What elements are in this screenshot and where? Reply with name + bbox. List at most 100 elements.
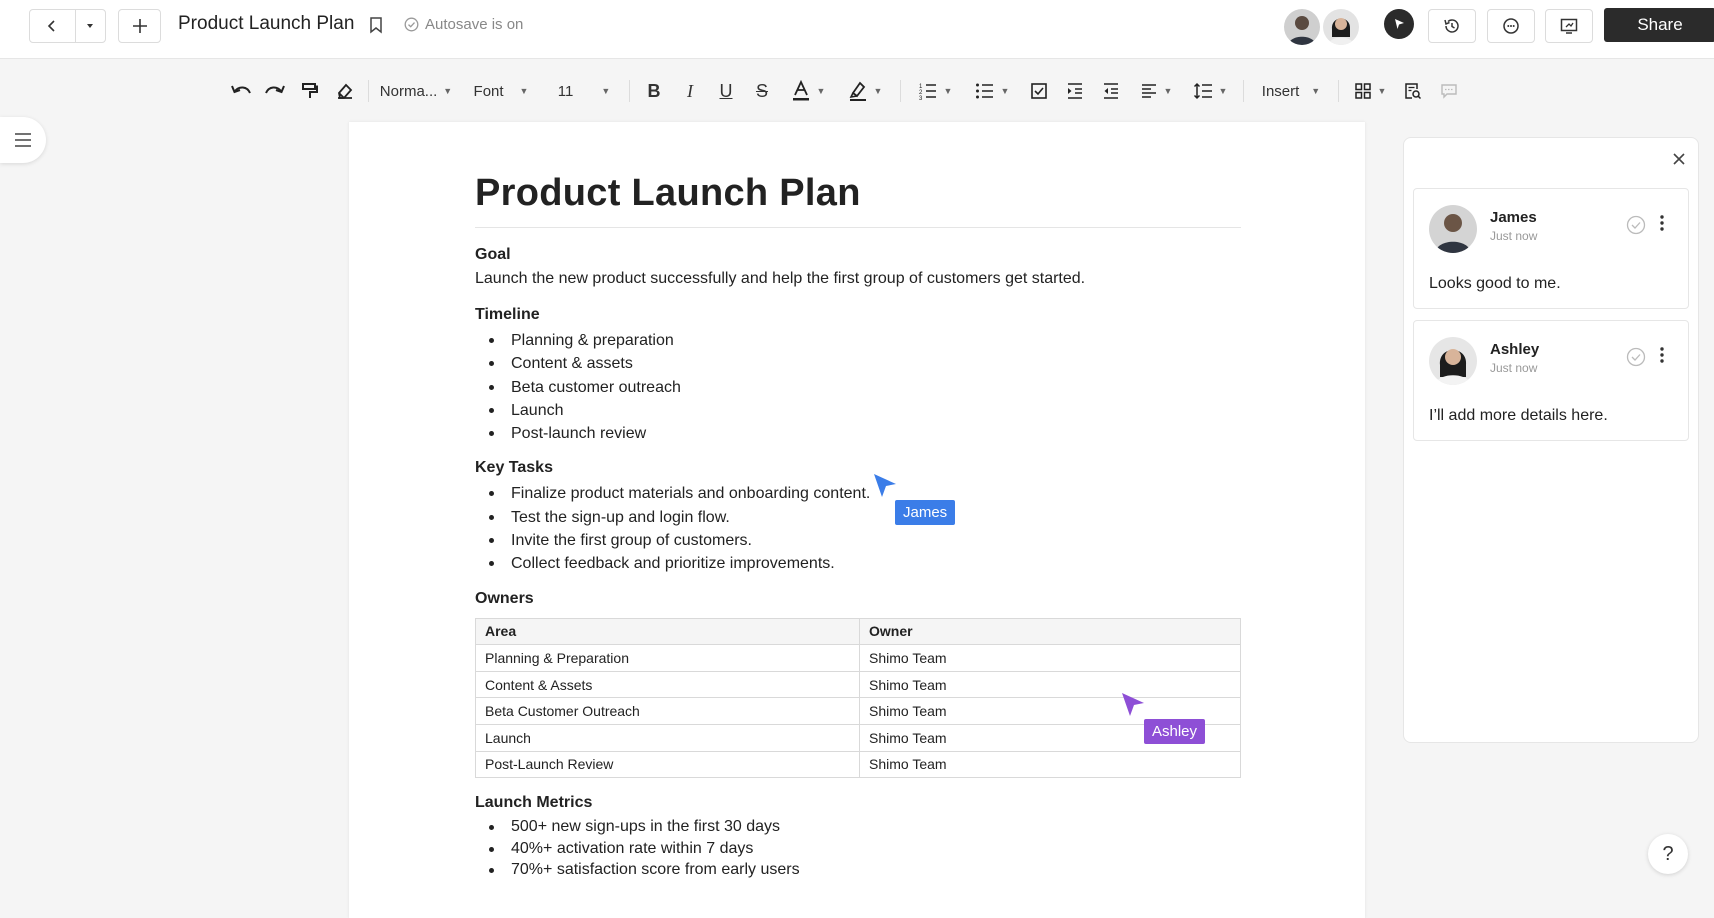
document-page[interactable]: Product Launch Plan Goal Launch the new … <box>349 122 1365 918</box>
new-doc-button[interactable] <box>119 10 160 42</box>
list-item[interactable]: 40%+ activation rate within 7 days <box>475 838 1241 860</box>
table-row: Launch Shimo Team <box>475 724 1241 752</box>
list-item[interactable]: Post-launch review <box>475 422 1241 445</box>
bold-button[interactable]: B <box>636 76 672 106</box>
highlight-button[interactable]: ▼ <box>836 76 894 106</box>
caret-down-icon: ▼ <box>873 86 883 96</box>
comment-add-button[interactable] <box>1431 76 1467 106</box>
table-row: Planning & Preparation Shimo Team <box>475 644 1241 672</box>
align-button[interactable]: ▼ <box>1129 76 1183 106</box>
tasks-list: Finalize product materials and onboardin… <box>475 482 1241 575</box>
caret-down-icon: ▼ <box>1218 86 1228 96</box>
list-item[interactable]: Content & assets <box>475 352 1241 375</box>
redo-icon <box>265 85 285 94</box>
outdent-button[interactable] <box>1093 76 1129 106</box>
caret-down-icon: ▼ <box>1000 86 1010 96</box>
line-spacing-button[interactable]: ▼ <box>1183 76 1237 106</box>
comment-text: Looks good to me. <box>1429 275 1561 292</box>
brand-button[interactable] <box>1384 9 1414 39</box>
resolve-comment-button[interactable] <box>1626 347 1646 372</box>
format-toolbar: Norma... ▼ Font ▼ 11 ▼ B I U S ▼ ▼ 1 2 3 ▼ ▼ ▼… <box>224 76 1467 106</box>
highlighter-icon <box>849 81 866 101</box>
list-item[interactable]: Finalize product materials and onboardin… <box>475 482 1241 505</box>
comment-more-button[interactable] <box>1658 345 1666 370</box>
list-item[interactable]: Beta customer outreach <box>475 376 1241 399</box>
list-item[interactable]: Invite the first group of customers. <box>475 529 1241 552</box>
strikethrough-icon: S <box>755 80 768 101</box>
table-cell[interactable]: Shimo Team <box>859 644 1241 672</box>
table-cell[interactable]: Shimo Team <box>859 670 1241 699</box>
comment-card[interactable]: Ashley Just now I’ll add more details he… <box>1413 320 1689 441</box>
list-item[interactable]: Planning & preparation <box>475 329 1241 352</box>
redo-button[interactable] <box>258 76 292 106</box>
table-cell[interactable]: Planning & Preparation <box>475 644 860 672</box>
close-comments-button[interactable] <box>1672 152 1686 171</box>
timeline-heading[interactable]: Timeline <box>475 304 1241 326</box>
help-button[interactable]: ? <box>1648 834 1688 874</box>
doc-title[interactable]: Product Launch Plan <box>178 13 354 35</box>
avatar-ashley[interactable] <box>1323 9 1359 45</box>
font-size-dropdown[interactable]: 11 ▼ <box>545 76 623 106</box>
plus-icon <box>132 19 147 33</box>
text-color-button[interactable]: ▼ <box>780 76 836 106</box>
present-button[interactable] <box>1545 9 1593 43</box>
check-circle-icon <box>404 17 419 32</box>
list-item[interactable]: Launch <box>475 399 1241 422</box>
paragraph-style-dropdown[interactable]: Norma... ▼ <box>375 76 457 106</box>
goal-text[interactable]: Launch the new product successfully and … <box>475 268 1241 290</box>
table-cell[interactable]: Beta Customer Outreach <box>475 697 860 726</box>
history-dropdown-button[interactable] <box>76 10 105 42</box>
font-dropdown[interactable]: Font ▼ <box>457 76 545 106</box>
checkbox-icon <box>1031 83 1047 99</box>
goal-heading[interactable]: Goal <box>475 244 1241 266</box>
more-vertical-icon <box>1660 347 1664 363</box>
comments-button[interactable] <box>1487 9 1535 43</box>
resolve-comment-button[interactable] <box>1626 215 1646 240</box>
share-button[interactable]: Share <box>1604 8 1714 42</box>
clear-format-button[interactable] <box>328 76 362 106</box>
bookmark-button[interactable] <box>368 16 384 39</box>
owners-heading[interactable]: Owners <box>475 588 1241 610</box>
metrics-heading[interactable]: Launch Metrics <box>475 792 1241 814</box>
insert-dropdown[interactable]: Insert ▼ <box>1250 76 1332 106</box>
list-item[interactable]: Collect feedback and prioritize improvem… <box>475 552 1241 575</box>
comment-more-button[interactable] <box>1658 213 1666 238</box>
table-cell[interactable]: Post-Launch Review <box>475 750 860 779</box>
find-replace-button[interactable] <box>1395 76 1431 106</box>
bold-icon: B <box>647 80 661 101</box>
format-painter-button[interactable] <box>292 76 328 106</box>
numbered-list-button[interactable]: 1 2 3 ▼ <box>907 76 963 106</box>
strikethrough-button[interactable]: S <box>744 76 780 106</box>
check-circle-icon <box>1626 347 1646 367</box>
italic-button[interactable]: I <box>672 76 708 106</box>
checklist-button[interactable] <box>1021 76 1057 106</box>
list-item[interactable]: 500+ new sign-ups in the first 30 days <box>475 816 1241 838</box>
tasks-heading[interactable]: Key Tasks <box>475 457 1241 479</box>
document-title[interactable]: Product Launch Plan <box>475 172 1241 228</box>
outline-toggle-button[interactable] <box>0 117 46 163</box>
layout-button[interactable]: ▼ <box>1345 76 1395 106</box>
back-button[interactable] <box>30 10 75 42</box>
table-cell[interactable]: Shimo Team <box>859 750 1241 779</box>
table-cell[interactable]: Launch <box>475 724 860 752</box>
indent-button[interactable] <box>1057 76 1093 106</box>
document-content[interactable]: Product Launch Plan Goal Launch the new … <box>475 172 1241 881</box>
list-item[interactable]: Test the sign-up and login flow. <box>475 506 1241 529</box>
grid-icon <box>1354 83 1371 99</box>
undo-button[interactable] <box>224 76 258 106</box>
paragraph-style-label: Norma... <box>379 82 438 100</box>
avatar-james[interactable] <box>1284 9 1320 45</box>
table-row: Post-Launch Review Shimo Team <box>475 750 1241 779</box>
list-item[interactable]: 70%+ satisfaction score from early users <box>475 859 1241 881</box>
new-doc-group <box>118 9 161 43</box>
table-header-area[interactable]: Area <box>475 617 860 646</box>
table-cell[interactable]: Content & Assets <box>475 670 860 699</box>
underline-button[interactable]: U <box>708 76 744 106</box>
collaborator-cursor-ashley <box>1121 692 1145 723</box>
comment-card[interactable]: James Just now Looks good to me. <box>1413 188 1689 309</box>
bullet-list-button[interactable]: ▼ <box>963 76 1021 106</box>
table-header-owner[interactable]: Owner <box>859 617 1241 646</box>
avatar <box>1429 205 1477 253</box>
indent-icon <box>1068 83 1082 99</box>
history-button[interactable] <box>1428 9 1476 43</box>
